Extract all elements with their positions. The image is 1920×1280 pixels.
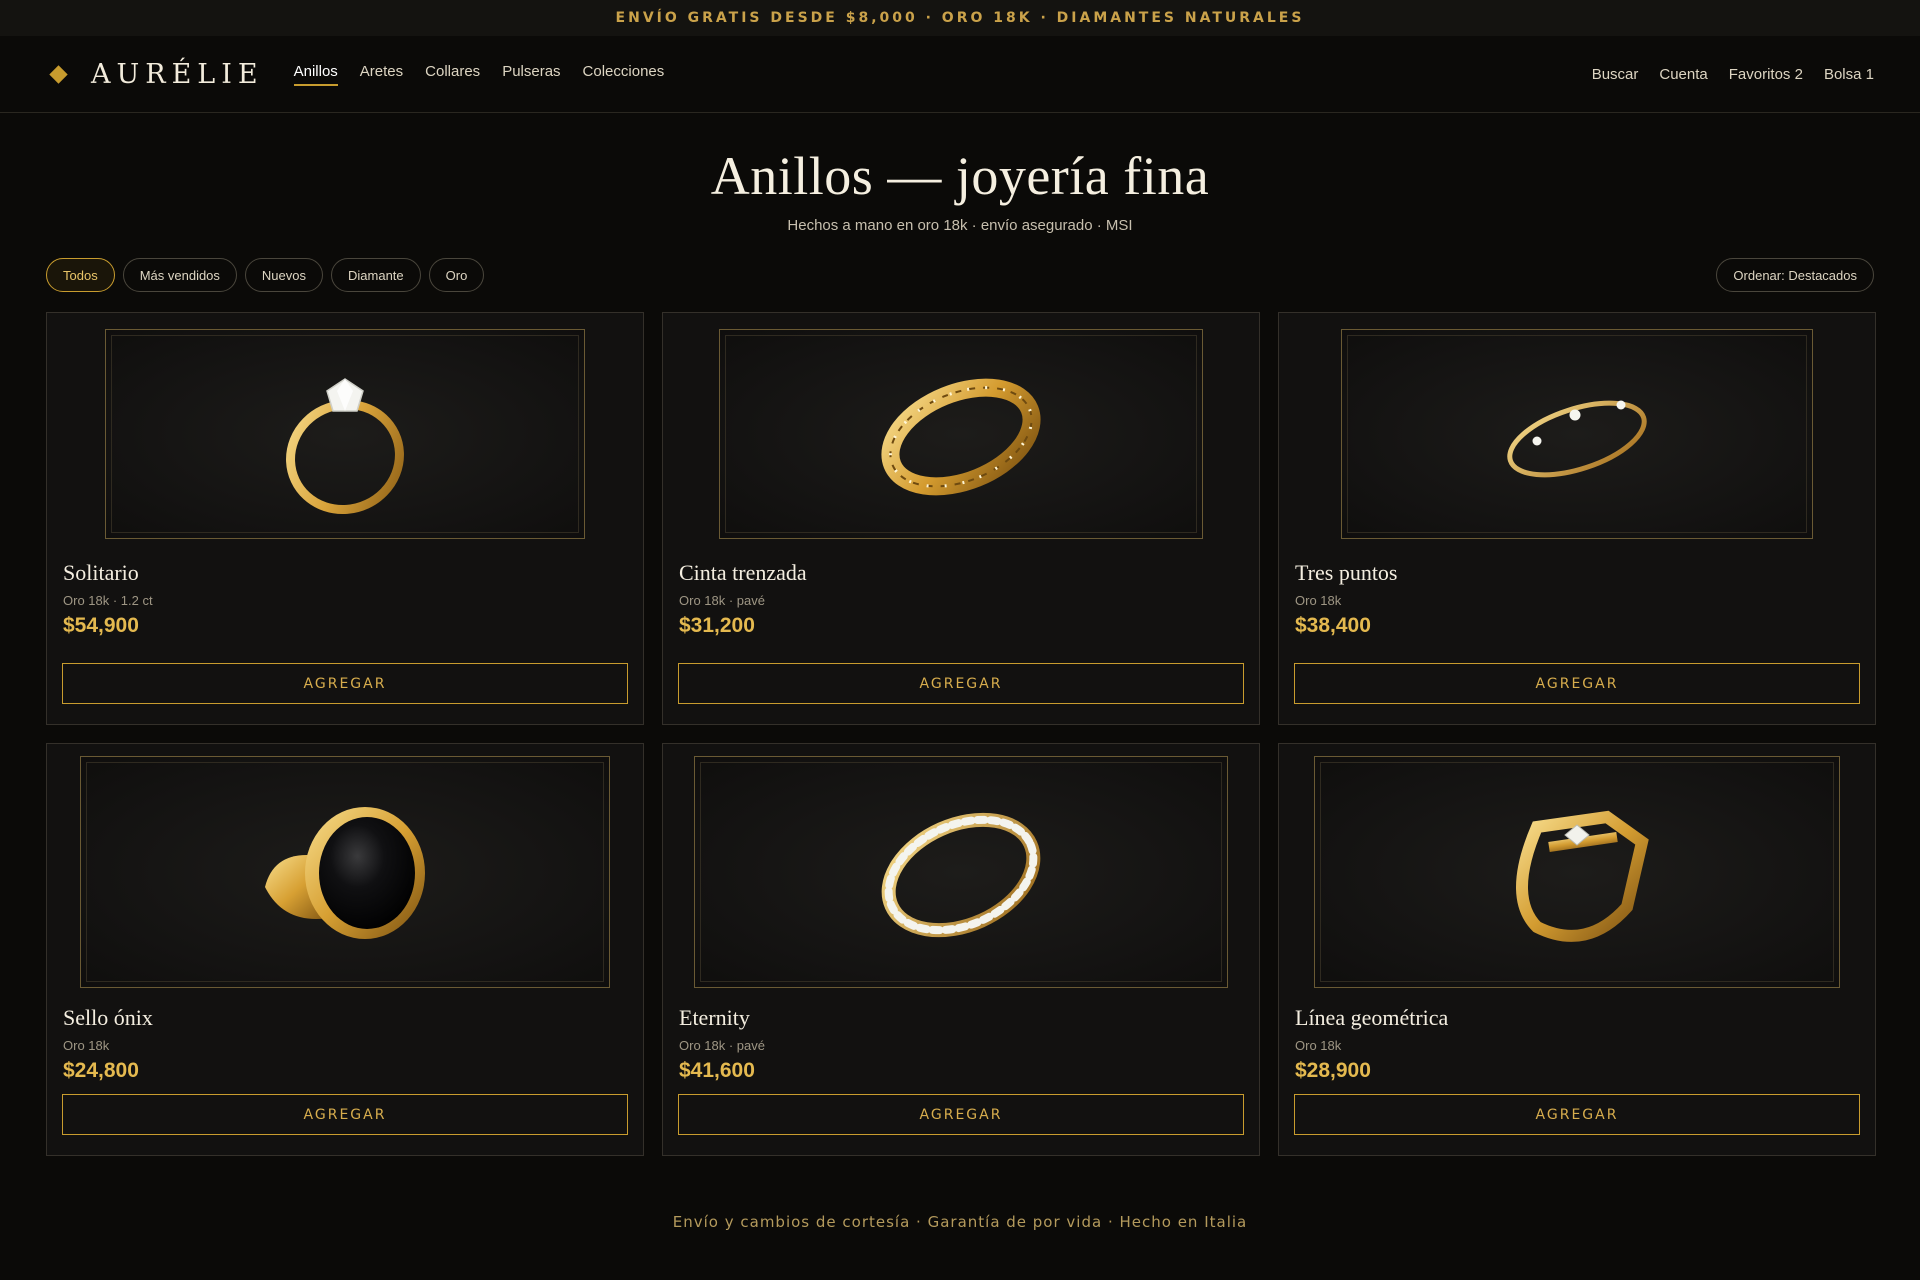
product-card[interactable]: Tres puntos Oro 18k $38,400 AGREGAR: [1278, 312, 1876, 725]
product-card[interactable]: Cinta trenzada Oro 18k · pavé $31,200 AG…: [662, 312, 1260, 725]
solitaire-ring-icon: [286, 378, 404, 515]
product-meta: Oro 18k: [63, 1038, 110, 1053]
product-price: $28,900: [1295, 1059, 1371, 1082]
product-price: $31,200: [679, 614, 755, 637]
product-meta: Oro 18k: [1295, 1038, 1342, 1053]
product-name[interactable]: Sello ónix: [63, 1005, 627, 1031]
announcement-text: ENVÍO GRATIS DESDE $8,000 · ORO 18K · DI…: [615, 10, 1305, 26]
top-navigation: AURÉLIE Anillos Aretes Collares Pulseras…: [0, 36, 1920, 113]
geometric-ring-icon: [1516, 810, 1649, 942]
product-meta: Oro 18k: [1295, 593, 1342, 608]
product-image-frame[interactable]: [105, 329, 585, 539]
product-meta: Oro 18k · pavé: [679, 593, 765, 608]
add-to-cart-button[interactable]: AGREGAR: [62, 1094, 628, 1135]
product-price: $38,400: [1295, 614, 1371, 637]
add-to-cart-button[interactable]: AGREGAR: [1294, 1094, 1860, 1135]
nav-link-pulseras[interactable]: Pulseras: [502, 63, 560, 86]
favorites-link[interactable]: Favoritos 2: [1729, 66, 1803, 83]
product-image-frame[interactable]: [1341, 329, 1813, 539]
product-price: $41,600: [679, 1059, 755, 1082]
footer-text: Envío y cambios de cortesía · Garantía d…: [672, 1213, 1248, 1231]
product-meta: Oro 18k · pavé: [679, 1038, 765, 1053]
brand-logo[interactable]: AURÉLIE: [48, 59, 264, 90]
add-to-cart-button[interactable]: AGREGAR: [678, 1094, 1244, 1135]
add-to-cart-button[interactable]: AGREGAR: [62, 663, 628, 704]
page-header: Anillos — joyería fina Hechos a mano en …: [0, 113, 1920, 234]
product-meta: Oro 18k · 1.2 ct: [63, 593, 153, 608]
product-card[interactable]: Eternity Oro 18k · pavé $41,600 AGREGAR: [662, 743, 1260, 1156]
add-to-cart-button[interactable]: AGREGAR: [1294, 663, 1860, 704]
product-name[interactable]: Tres puntos: [1295, 560, 1859, 586]
category-links: Anillos Aretes Collares Pulseras Colecci…: [293, 63, 665, 86]
product-name[interactable]: Línea geométrica: [1295, 1005, 1859, 1031]
search-link[interactable]: Buscar: [1592, 66, 1639, 83]
product-image-frame[interactable]: [719, 329, 1203, 539]
bag-link[interactable]: Bolsa 1: [1824, 66, 1874, 83]
page-title: Anillos — joyería fina: [710, 146, 1210, 206]
diamond-logo-icon: [49, 64, 68, 84]
filter-chip-oro[interactable]: Oro: [428, 258, 485, 292]
three-stone-ring-icon: [1507, 400, 1647, 478]
filter-chip-diamante[interactable]: Diamante: [331, 258, 421, 292]
page-subtitle: Hechos a mano en oro 18k · envío asegura…: [787, 217, 1133, 234]
announcement-bar: ENVÍO GRATIS DESDE $8,000 · ORO 18K · DI…: [0, 0, 1920, 36]
product-image-frame[interactable]: [694, 756, 1228, 988]
onyx-signet-ring-icon: [265, 807, 425, 939]
product-card[interactable]: Solitario Oro 18k · 1.2 ct $54,900 AGREG…: [46, 312, 644, 725]
brand-name: AURÉLIE: [91, 58, 264, 90]
product-image-frame[interactable]: [80, 756, 610, 988]
product-image-frame[interactable]: [1314, 756, 1840, 988]
nav-link-colecciones[interactable]: Colecciones: [583, 63, 665, 86]
nav-link-anillos[interactable]: Anillos: [293, 63, 338, 86]
product-price: $24,800: [63, 1059, 139, 1082]
product-card[interactable]: Sello ónix Oro 18k $24,800 AGREGAR: [46, 743, 644, 1156]
filter-bar: Todos Más vendidos Nuevos Diamante Oro O…: [46, 258, 1874, 292]
product-name[interactable]: Solitario: [63, 560, 627, 586]
product-name[interactable]: Cinta trenzada: [679, 560, 1243, 586]
product-grid: Solitario Oro 18k · 1.2 ct $54,900 AGREG…: [46, 312, 1876, 1156]
filter-chip-todos[interactable]: Todos: [46, 258, 115, 292]
nav-link-aretes[interactable]: Aretes: [360, 63, 403, 86]
utility-links: Buscar Cuenta Favoritos 2 Bolsa 1: [1592, 66, 1874, 83]
add-to-cart-button[interactable]: AGREGAR: [678, 663, 1244, 704]
sort-dropdown[interactable]: Ordenar: Destacados: [1716, 258, 1874, 292]
product-price: $54,900: [63, 614, 139, 637]
nav-link-collares[interactable]: Collares: [425, 63, 480, 86]
product-name[interactable]: Eternity: [679, 1005, 1243, 1031]
account-link[interactable]: Cuenta: [1659, 66, 1707, 83]
filter-chip-nuevos[interactable]: Nuevos: [244, 258, 323, 292]
filter-chip-mas-vendidos[interactable]: Más vendidos: [122, 258, 237, 292]
braided-ring-icon: [881, 378, 1041, 496]
eternity-ring-icon: [881, 812, 1041, 938]
product-card[interactable]: Línea geométrica Oro 18k $28,900 AGREGAR: [1278, 743, 1876, 1156]
